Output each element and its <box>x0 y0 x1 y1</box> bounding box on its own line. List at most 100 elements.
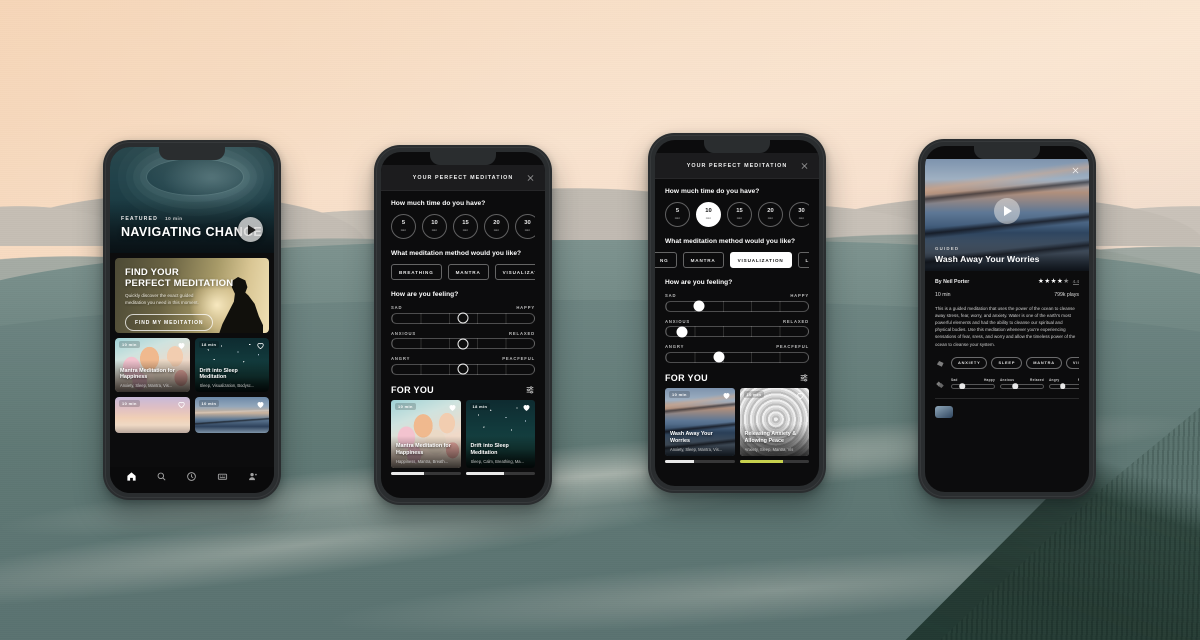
close-icon[interactable] <box>1071 166 1080 175</box>
mood-slider[interactable]: ANGRY PEACFEFUL <box>665 344 809 363</box>
mood-track[interactable] <box>1000 383 1044 389</box>
method-chip-row[interactable]: BREATHING MANTRA VISUALIZATION <box>391 264 535 280</box>
mood-slider[interactable]: ANXIOUS RELAXED <box>665 319 809 337</box>
for-you-card[interactable]: 18 min Drift into Sleep Meditation Sleep… <box>465 399 535 468</box>
slider-knob[interactable] <box>676 326 688 337</box>
mood-slider[interactable]: Angry Peaceful <box>1049 378 1079 389</box>
heart-icon[interactable] <box>256 341 265 350</box>
for-you-item[interactable]: 18 min Drift into Sleep Meditation Sleep… <box>465 399 535 475</box>
method-chip[interactable]: LOVING <box>797 252 809 268</box>
time-unit: min <box>674 216 681 221</box>
clock-icon[interactable] <box>186 471 197 482</box>
promo-content: FIND YOUR PERFECT MEDITATION Quickly dis… <box>115 258 269 333</box>
heart-icon[interactable] <box>177 400 186 409</box>
detail-plays: 799k plays <box>1054 291 1079 298</box>
rating-value[interactable]: 4.4 <box>1072 279 1079 286</box>
heart-icon[interactable] <box>522 403 531 412</box>
time-chip[interactable]: 10 min <box>422 214 447 239</box>
time-chip[interactable]: 5 min <box>391 214 416 239</box>
mood-track[interactable] <box>951 383 995 389</box>
tag-chip[interactable]: MANTRA <box>1026 356 1062 369</box>
time-value: 15 <box>462 219 469 226</box>
meditation-card-grid: 10 min Mantra Meditation for Happiness A… <box>115 338 269 433</box>
mood-slider[interactable]: ANGRY PEACFEFUL <box>391 356 535 375</box>
time-chip-row[interactable]: 5 min 10 min 15 min 20 min 30 min <box>665 202 809 227</box>
time-chip[interactable]: 30 min <box>515 214 535 239</box>
slider-track[interactable] <box>665 300 809 312</box>
filter-icon[interactable] <box>799 373 809 382</box>
play-icon[interactable] <box>238 217 263 242</box>
tag-list[interactable]: ANXIETY SLEEP MANTRA VISUALIZATIO <box>951 356 1079 369</box>
meditation-card[interactable]: 10 min Mantra Meditation for Happiness A… <box>115 338 190 392</box>
close-icon[interactable] <box>800 161 809 170</box>
method-chip-row[interactable]: NG MANTRA VISUALIZATION LOVING <box>655 252 809 268</box>
mood-knob[interactable] <box>1012 383 1019 389</box>
tag-chip[interactable]: SLEEP <box>991 356 1023 369</box>
method-chip[interactable]: NG <box>655 252 677 268</box>
method-chip-selected[interactable]: VISUALIZATION <box>729 252 792 268</box>
time-chip[interactable]: 20 min <box>758 202 783 227</box>
for-you-card[interactable]: 10 min Mantra Meditation for Happiness H… <box>391 399 461 468</box>
slider-track[interactable] <box>391 363 535 375</box>
time-chip[interactable]: 15 min <box>727 202 752 227</box>
home-icon[interactable] <box>126 471 137 482</box>
time-unit: min <box>798 216 805 221</box>
filter-icon[interactable] <box>525 385 535 394</box>
mood-knob[interactable] <box>1059 383 1066 389</box>
mood-knob[interactable] <box>959 383 965 389</box>
screen-wizard-answered: YOUR PERFECT MEDITATION How much time do… <box>655 140 819 486</box>
person-icon[interactable] <box>247 471 258 482</box>
for-you-item[interactable]: 10 min Wash Away Your Worries Anxiety, S… <box>665 387 735 463</box>
mood-slider[interactable]: ANXIOUS RELAXED <box>391 331 535 349</box>
time-unit: min <box>705 216 712 221</box>
tag-chip[interactable]: ANXIETY <box>951 356 988 369</box>
method-chip[interactable]: MANTRA <box>447 264 489 280</box>
heart-icon[interactable] <box>448 403 457 412</box>
slider-knob[interactable] <box>713 351 725 363</box>
slider-track[interactable] <box>391 338 535 349</box>
time-chip-row[interactable]: 5 min 10 min 15 min 20 min 30 min <box>391 214 535 239</box>
slider-knob[interactable] <box>457 312 469 324</box>
heart-icon[interactable] <box>796 391 805 400</box>
time-chip-selected[interactable]: 10 min <box>696 202 721 227</box>
close-icon[interactable] <box>526 173 535 182</box>
promo-banner[interactable]: FIND YOUR PERFECT MEDITATION Quickly dis… <box>115 258 269 333</box>
mood-slider[interactable]: Sad Happy <box>951 378 995 389</box>
meditation-card[interactable]: 10 min <box>115 397 190 433</box>
mood-slider[interactable]: SAD HAPPY <box>665 293 809 312</box>
tag-chip[interactable]: VISUALIZATIO <box>1065 356 1079 369</box>
mood-track[interactable] <box>1049 383 1079 389</box>
time-chip[interactable]: 5 min <box>665 202 690 227</box>
featured-hero[interactable]: FEATURED 10 min NAVIGATING CHANGE <box>110 147 274 253</box>
library-icon[interactable] <box>217 471 228 482</box>
for-you-item[interactable]: 10 min Mantra Meditation for Happiness H… <box>391 399 461 475</box>
mood-label-right: Happy <box>984 378 995 382</box>
play-icon[interactable] <box>994 197 1020 224</box>
slider-knob[interactable] <box>457 338 469 349</box>
slider-track[interactable] <box>665 326 809 337</box>
heart-icon[interactable] <box>722 391 731 400</box>
meditation-card[interactable]: 10 min <box>194 397 269 433</box>
heart-icon[interactable] <box>256 400 265 409</box>
for-you-item[interactable]: 10 min Releasing Anxiety & Allowing Peac… <box>739 387 809 463</box>
time-chip[interactable]: 30 min <box>789 202 809 227</box>
mood-slider[interactable]: Anxious Relaxed <box>1000 378 1044 389</box>
slider-track[interactable] <box>665 351 809 363</box>
slider-knob[interactable] <box>693 300 705 312</box>
method-chip[interactable]: MANTRA <box>682 252 724 268</box>
for-you-card[interactable]: 10 min Releasing Anxiety & Allowing Peac… <box>739 387 809 456</box>
method-chip[interactable]: BREATHING <box>391 264 442 280</box>
mood-slider[interactable]: SAD HAPPY <box>391 305 535 324</box>
method-chip[interactable]: VISUALIZATION <box>494 264 535 280</box>
time-chip[interactable]: 20 min <box>484 214 509 239</box>
mood-list[interactable]: Sad Happy Anxious Relaxed Angry <box>951 378 1079 389</box>
next-item-row[interactable] <box>935 406 1079 418</box>
heart-icon[interactable] <box>177 341 186 350</box>
find-my-meditation-button[interactable]: FIND MY MEDITATION <box>125 314 214 332</box>
for-you-card[interactable]: 10 min Wash Away Your Worries Anxiety, S… <box>665 387 735 456</box>
meditation-card[interactable]: 18 min Drift into Sleep Meditation Sleep… <box>194 338 269 392</box>
slider-knob[interactable] <box>457 363 469 375</box>
slider-track[interactable] <box>391 312 535 324</box>
search-icon[interactable] <box>156 471 167 482</box>
time-chip[interactable]: 15 min <box>453 214 478 239</box>
